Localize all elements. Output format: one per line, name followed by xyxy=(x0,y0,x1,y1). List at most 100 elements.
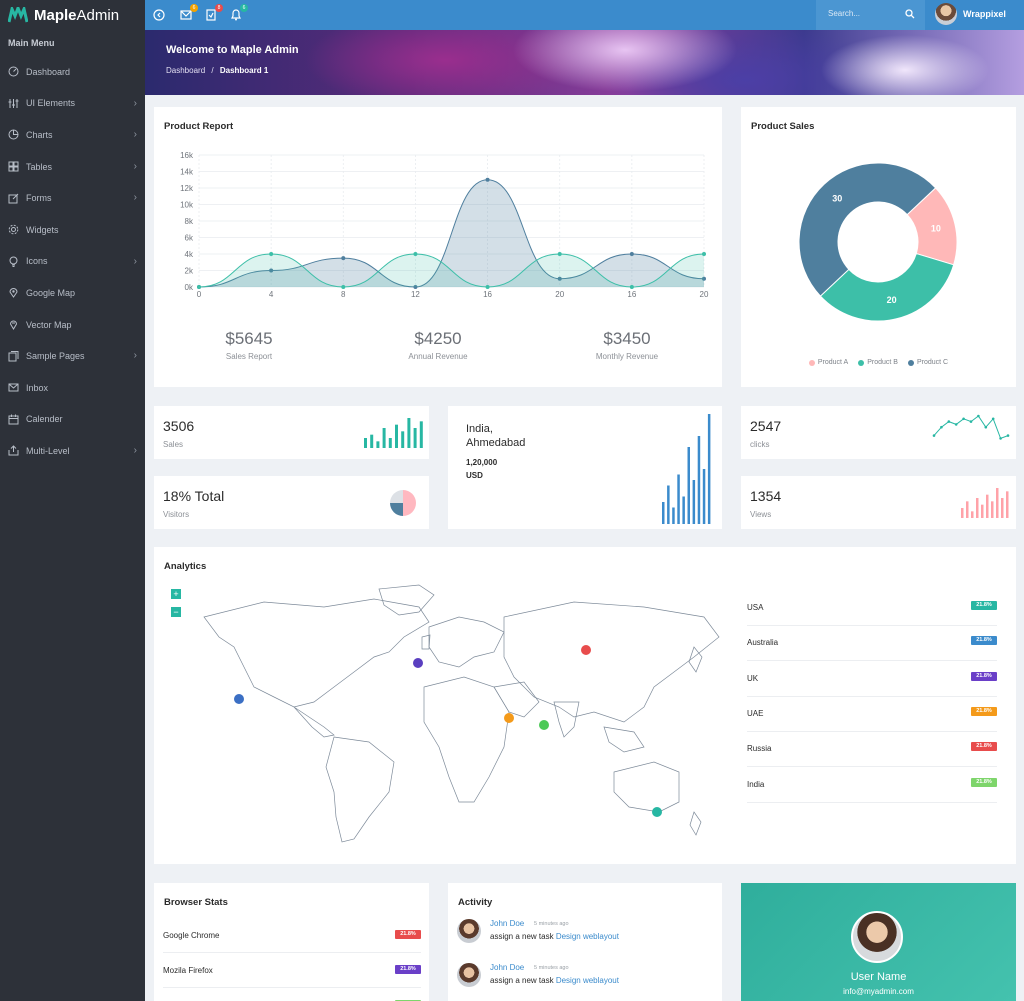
activity-user[interactable]: John Doe xyxy=(490,919,524,928)
sparkline-point xyxy=(991,417,995,421)
activity-link[interactable]: Design weblayout xyxy=(556,932,619,941)
slice-label: 30 xyxy=(832,194,842,204)
search-input[interactable] xyxy=(828,9,898,18)
sparkline-point xyxy=(977,414,980,418)
world-map[interactable] xyxy=(174,577,734,857)
sparkline-bar xyxy=(702,469,706,524)
sparkline-bar xyxy=(382,428,386,448)
map-marker[interactable] xyxy=(504,713,514,723)
sidebar-item-inbox[interactable]: Inbox xyxy=(0,372,145,404)
sidebar-item-charts[interactable]: Charts › xyxy=(0,119,145,151)
browser-row[interactable]: Google Chrome 21.8% xyxy=(163,918,421,953)
country-name: UAE xyxy=(747,708,764,718)
amount-currency: USD xyxy=(466,471,483,480)
visitors-label: Visitors xyxy=(163,510,190,519)
country-row[interactable]: Australia 21.8% xyxy=(747,626,997,662)
sparkline-bar xyxy=(991,501,994,518)
stat-label: Annual Revenue xyxy=(408,352,468,361)
stat-value: $3450 xyxy=(603,329,651,348)
y-tick-label: 6k xyxy=(185,234,194,243)
search-icon[interactable] xyxy=(905,9,915,19)
country-row[interactable]: UAE 21.8% xyxy=(747,697,997,732)
y-tick-label: 2k xyxy=(185,267,194,276)
map-marker[interactable] xyxy=(413,658,423,668)
sidebar-item-label: Google Map xyxy=(26,287,76,298)
clicks-sparkline xyxy=(932,414,1010,440)
tasks-icon[interactable]: 8 xyxy=(204,4,223,22)
x-tick-label: 16 xyxy=(627,290,636,299)
country-row[interactable]: UK 21.8% xyxy=(747,662,997,697)
country-percent-badge: 21.8% xyxy=(971,777,997,787)
profile-avatar[interactable] xyxy=(851,911,903,963)
avatar[interactable] xyxy=(457,963,481,987)
sidebar-toggle-icon[interactable] xyxy=(152,8,166,22)
sidebar-item-vector-map[interactable]: Vector Map xyxy=(0,309,145,341)
activity-message: assign a new task xyxy=(490,932,554,941)
sidebar-item-multi-level[interactable]: Multi-Level › xyxy=(0,435,145,467)
series-point[interactable] xyxy=(341,285,346,289)
sidebar-item-label: Inbox xyxy=(26,382,49,393)
clicks-label: clicks xyxy=(750,440,770,449)
legend-item[interactable]: Product C xyxy=(907,359,948,366)
activity-item: John Doe 5 minutes ago assign a new task D… xyxy=(457,915,712,955)
sidebar-item-ui-elements[interactable]: UI Elements › xyxy=(0,88,145,120)
views-value: 1354 xyxy=(750,488,782,504)
x-tick-label: 0 xyxy=(197,290,202,299)
sidebar-item-tables[interactable]: Tables › xyxy=(0,151,145,183)
sidebar-item-google-map[interactable]: Google Map xyxy=(0,277,145,309)
sidebar-item-forms[interactable]: Forms › xyxy=(0,182,145,214)
series-point[interactable] xyxy=(413,252,418,256)
sidebar-item-calender[interactable]: Calender xyxy=(0,404,145,436)
browser-row[interactable]: Mozila Firefox 21.8% xyxy=(163,953,421,988)
series-point[interactable] xyxy=(557,252,562,256)
user-menu[interactable]: Wrappixel xyxy=(935,3,1006,25)
series-point[interactable] xyxy=(341,256,346,261)
country-row[interactable]: Russia 21.8% xyxy=(747,732,997,768)
legend-item[interactable]: Product A xyxy=(808,359,848,366)
series-point[interactable] xyxy=(485,177,490,182)
avatar[interactable] xyxy=(457,919,481,943)
topbar: 6 8 6 Wrappixel xyxy=(145,0,1024,30)
series-point[interactable] xyxy=(269,252,274,256)
map-marker[interactable] xyxy=(234,694,244,704)
map-marker[interactable] xyxy=(581,645,591,655)
map-marker[interactable] xyxy=(539,720,549,730)
activity-user[interactable]: John Doe xyxy=(490,963,524,972)
search-box xyxy=(816,0,925,30)
sidebar-item-widgets[interactable]: Widgets xyxy=(0,214,145,246)
series-point[interactable] xyxy=(629,285,634,289)
map-north-america xyxy=(203,598,430,708)
series-point[interactable] xyxy=(629,252,634,256)
sliders-icon xyxy=(8,98,19,108)
bell-icon[interactable]: 6 xyxy=(229,4,248,22)
messages-icon[interactable]: 6 xyxy=(179,4,198,22)
sparkline-bar xyxy=(707,414,711,524)
sidebar-item-icons[interactable]: Icons › xyxy=(0,246,145,278)
clicks-card: 2547 clicks xyxy=(741,406,1016,459)
country-row[interactable]: India 21.8% xyxy=(747,768,997,803)
chevron-right-icon: › xyxy=(133,445,137,457)
series-point[interactable] xyxy=(702,252,706,256)
profile-email[interactable]: info@myadmin.com xyxy=(741,987,1016,996)
product-sales-donut: 10 20 30 xyxy=(798,162,958,322)
country-name: Australia xyxy=(747,638,779,648)
y-tick-label: 4k xyxy=(185,250,194,259)
map-india xyxy=(553,701,580,738)
brand[interactable]: Maple Admin xyxy=(0,0,145,30)
series-point[interactable] xyxy=(485,285,490,289)
browser-row[interactable] xyxy=(163,988,421,1001)
map-central-america xyxy=(293,706,335,738)
map-south-america xyxy=(325,736,395,843)
views-card: 1354 Views xyxy=(741,476,1016,529)
breadcrumb-parent[interactable]: Dashboard xyxy=(166,66,205,75)
location-city: India, Ahmedabad xyxy=(466,422,525,450)
activity-link[interactable]: Design weblayout xyxy=(556,976,619,985)
map-marker[interactable] xyxy=(652,807,662,817)
calendar-icon xyxy=(8,414,19,425)
sidebar-item-dashboard[interactable]: Dashboard xyxy=(0,56,145,88)
country-row[interactable]: USA 21.8% xyxy=(747,591,997,626)
pie-slice xyxy=(390,490,403,503)
series-point[interactable] xyxy=(197,285,201,289)
legend-item[interactable]: Product B xyxy=(858,359,898,366)
sidebar-item-sample-pages[interactable]: Sample Pages › xyxy=(0,340,145,372)
